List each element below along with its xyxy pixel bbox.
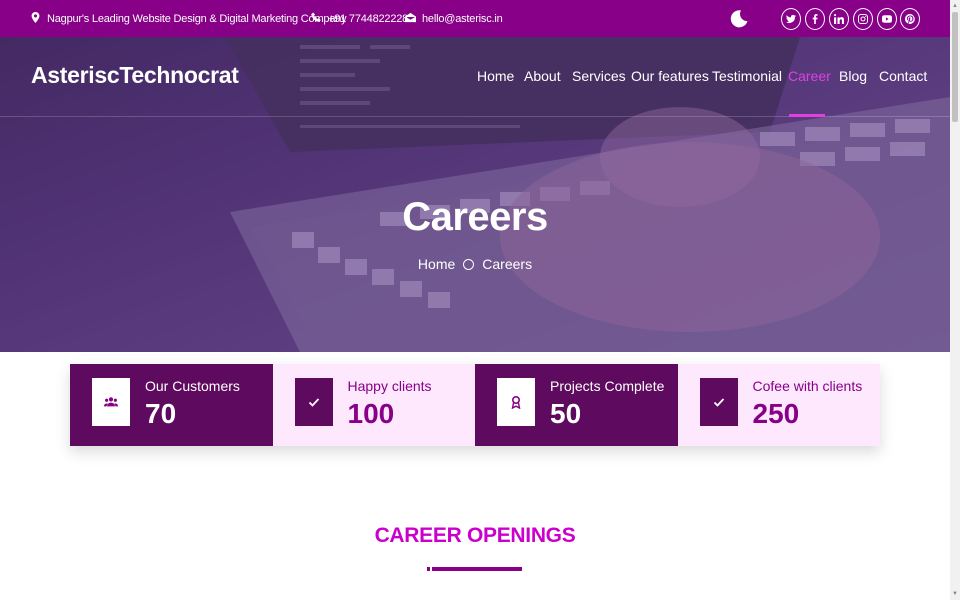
stat-value: 250 xyxy=(752,398,800,429)
stat-cofee-with-clients: Cofee with clients 250 xyxy=(677,364,880,446)
stat-our-customers: Our Customers 70 xyxy=(70,364,273,446)
nav-blog[interactable]: Blog xyxy=(839,68,867,86)
nav-active-indicator xyxy=(789,114,825,117)
stat-value: 70 xyxy=(145,398,177,429)
nav-about[interactable]: About xyxy=(524,68,561,86)
stat-projects-complete: Projects Complete 50 xyxy=(475,364,678,446)
stat-label: Cofee with clients xyxy=(752,378,863,394)
breadcrumb-home[interactable]: Home xyxy=(418,256,455,272)
nav-testimonial[interactable]: Testimonial xyxy=(712,68,782,86)
twitter-icon[interactable] xyxy=(781,8,801,30)
users-icon xyxy=(92,378,130,426)
nav-career[interactable]: Career xyxy=(788,68,831,86)
tagline-text: Nagpur's Leading Website Design & Digita… xyxy=(47,12,347,25)
stat-value: 100 xyxy=(347,398,395,429)
check-icon xyxy=(699,378,738,426)
stat-label: Happy clients xyxy=(347,378,432,394)
hero-banner: AsteriscTechnocrat Home About Services O… xyxy=(0,37,950,352)
facebook-icon[interactable] xyxy=(805,8,825,30)
top-bar: Nagpur's Leading Website Design & Digita… xyxy=(0,0,950,37)
award-icon xyxy=(497,378,535,426)
email-text[interactable]: hello@asterisc.in xyxy=(422,13,503,25)
stat-label: Projects Complete xyxy=(550,378,665,394)
youtube-icon[interactable] xyxy=(877,8,897,30)
stat-label: Our Customers xyxy=(145,378,240,394)
linkedin-icon[interactable] xyxy=(829,8,849,30)
page-title: Careers xyxy=(402,195,548,239)
nav-home[interactable]: Home xyxy=(477,68,514,86)
stat-value: 50 xyxy=(550,398,582,429)
heading-underline-dot xyxy=(427,567,430,571)
stat-happy-clients: Happy clients 100 xyxy=(272,364,475,446)
nav-contact[interactable]: Contact xyxy=(879,68,927,86)
breadcrumb-current: Careers xyxy=(482,256,533,272)
breadcrumb: Home Careers xyxy=(0,256,950,272)
career-openings-heading: CAREER OPENINGS xyxy=(374,524,576,547)
pinterest-icon[interactable] xyxy=(900,8,920,30)
nav-services[interactable]: Services xyxy=(572,68,626,86)
heading-underline xyxy=(432,567,522,571)
scrollbar-thumb[interactable] xyxy=(952,12,958,122)
tagline-info: Nagpur's Leading Website Design & Digita… xyxy=(30,0,347,37)
scroll-down-icon[interactable]: ▼ xyxy=(951,589,959,599)
email-info[interactable]: hello@asterisc.in xyxy=(405,0,503,37)
envelope-icon xyxy=(405,12,416,26)
phone-icon xyxy=(311,11,322,26)
instagram-icon[interactable] xyxy=(853,8,873,30)
scroll-up-icon[interactable]: ▲ xyxy=(951,1,959,11)
site-logo[interactable]: AsteriscTechnocrat xyxy=(31,62,239,89)
breadcrumb-separator-icon xyxy=(463,258,475,270)
moon-icon[interactable] xyxy=(729,9,749,29)
phone-text[interactable]: +91 7744822228 xyxy=(328,13,408,25)
phone-info[interactable]: +91 7744822228 xyxy=(311,0,408,37)
check-icon xyxy=(294,378,333,426)
stats-bar: Our Customers 70 Happy clients 100 Proje… xyxy=(70,364,880,446)
map-marker-icon xyxy=(30,11,41,26)
nav-our-features[interactable]: Our features xyxy=(631,68,709,86)
